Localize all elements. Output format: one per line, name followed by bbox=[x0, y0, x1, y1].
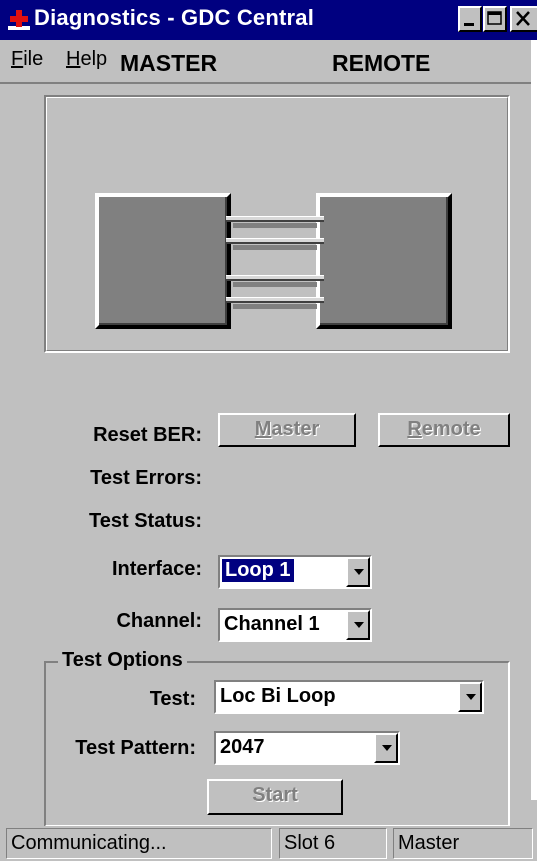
test-selected-value: Loc Bi Loop bbox=[220, 685, 336, 707]
start-button-label: Start bbox=[252, 784, 298, 806]
test-errors-label: Test Errors: bbox=[90, 467, 202, 489]
interface-dropdown-arrow[interactable] bbox=[346, 557, 370, 587]
status-message: Communicating... bbox=[6, 828, 272, 859]
menu-file-label: ile bbox=[23, 48, 44, 70]
start-button[interactable]: Start bbox=[207, 779, 343, 815]
minimize-button[interactable] bbox=[458, 6, 482, 32]
connection-line-shadow bbox=[233, 245, 317, 250]
connection-line bbox=[226, 275, 324, 281]
connection-line-shadow bbox=[233, 223, 317, 228]
test-pattern-label: Test Pattern: bbox=[75, 737, 196, 759]
channel-dropdown[interactable]: Channel 1 bbox=[218, 608, 372, 642]
interface-selected-value: Loop 1 bbox=[221, 558, 295, 583]
interface-dropdown[interactable]: Loop 1 bbox=[218, 555, 372, 589]
remote-label: REMOTE bbox=[332, 50, 431, 76]
test-pattern-dropdown[interactable]: 2047 bbox=[214, 731, 400, 765]
menu-file-mnemonic: F bbox=[11, 48, 24, 70]
title-bar[interactable]: Diagnostics - GDC Central bbox=[0, 0, 537, 40]
menu-bar: File Help bbox=[0, 40, 537, 84]
remote-device-box bbox=[316, 193, 452, 329]
window-title: Diagnostics - GDC Central bbox=[34, 5, 315, 30]
test-options-title: Test Options bbox=[58, 649, 187, 672]
test-dropdown[interactable]: Loc Bi Loop bbox=[214, 680, 484, 714]
red-cross-icon bbox=[8, 10, 30, 30]
channel-selected-value: Channel 1 bbox=[224, 613, 320, 635]
master-label: MASTER bbox=[120, 50, 218, 76]
window-right-edge bbox=[531, 40, 537, 800]
channel-dropdown-arrow[interactable] bbox=[346, 610, 370, 640]
connection-line bbox=[226, 216, 324, 222]
close-button[interactable] bbox=[510, 6, 537, 32]
reset-remote-mnemonic: R bbox=[407, 418, 422, 440]
minimize-icon bbox=[464, 23, 474, 26]
status-bar: Communicating... Slot 6 Master bbox=[0, 826, 537, 861]
connection-line-shadow bbox=[233, 304, 317, 309]
close-icon bbox=[516, 11, 530, 26]
test-status-label: Test Status: bbox=[89, 510, 202, 532]
chevron-down-icon bbox=[466, 694, 476, 700]
reset-master-button[interactable]: Master bbox=[218, 413, 356, 447]
channel-label: Channel: bbox=[116, 610, 202, 632]
connection-line bbox=[226, 238, 324, 244]
menu-file[interactable]: File bbox=[11, 48, 43, 71]
test-dropdown-arrow[interactable] bbox=[458, 682, 482, 712]
chevron-down-icon bbox=[382, 745, 392, 751]
chevron-down-icon bbox=[354, 569, 364, 575]
maximize-icon bbox=[487, 11, 502, 25]
status-role: Master bbox=[393, 828, 533, 859]
test-pattern-dropdown-arrow[interactable] bbox=[374, 733, 398, 763]
connection-line-shadow bbox=[233, 282, 317, 287]
reset-remote-button[interactable]: Remote bbox=[378, 413, 510, 447]
master-device-box bbox=[95, 193, 231, 329]
connection-line bbox=[226, 297, 324, 303]
test-pattern-selected-value: 2047 bbox=[220, 736, 265, 758]
menu-help-label: elp bbox=[80, 48, 108, 70]
reset-master-label: aster bbox=[271, 418, 320, 440]
menu-help[interactable]: Help bbox=[66, 48, 107, 71]
maximize-button[interactable] bbox=[483, 6, 507, 32]
chevron-down-icon bbox=[354, 622, 364, 628]
status-slot: Slot 6 bbox=[279, 828, 387, 859]
reset-ber-label: Reset BER: bbox=[93, 424, 202, 446]
menu-help-mnemonic: H bbox=[66, 48, 81, 70]
reset-remote-label: emote bbox=[421, 418, 481, 440]
interface-label: Interface: bbox=[111, 558, 202, 580]
test-label: Test: bbox=[149, 688, 196, 710]
reset-master-mnemonic: M bbox=[254, 418, 272, 440]
